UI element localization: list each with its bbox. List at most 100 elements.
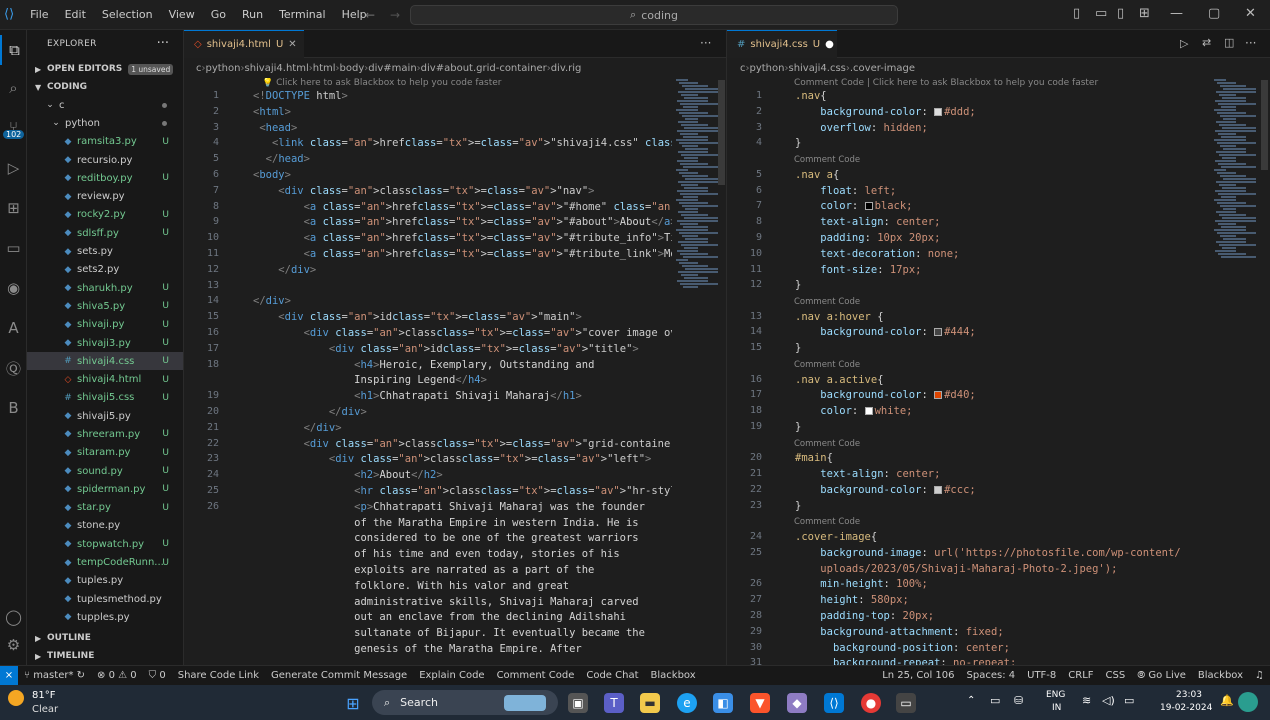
menu-view[interactable]: View [161, 8, 203, 21]
toggle-sidebar-icon[interactable]: ▯ [1073, 6, 1080, 21]
timeline-section[interactable]: ▶ TIMELINE [27, 647, 94, 665]
right-minimap[interactable] [1214, 78, 1258, 288]
breadcrumb-item[interactable]: shivaji4.css [788, 63, 845, 74]
folder-c[interactable]: ⌄ c [27, 96, 183, 114]
color-swatch[interactable] [934, 391, 943, 400]
left-minimap[interactable] [676, 78, 720, 288]
right-scrollbar[interactable] [1261, 80, 1268, 170]
taskbar-search[interactable]: ⌕ Search [372, 690, 558, 715]
split-editor-icon[interactable]: ◫ [1224, 36, 1234, 49]
comment-code-lens[interactable]: Comment Code [794, 297, 860, 307]
clock-time[interactable]: 23:03 [1176, 690, 1202, 700]
file-item[interactable]: ◆ sets2.py [27, 261, 183, 279]
blackbox-item[interactable]: Blackbox [645, 670, 702, 681]
color-swatch[interactable] [864, 202, 873, 211]
close-icon[interactable]: ✕ [1245, 6, 1256, 21]
share-code-link[interactable]: Share Code Link [172, 670, 265, 681]
file-item[interactable]: ◆ spiderman.py U [27, 480, 183, 498]
left-scrollbar[interactable] [718, 80, 725, 185]
indentation[interactable]: Spaces: 4 [961, 670, 1022, 681]
file-item[interactable]: ◆ stopwatch.py U [27, 535, 183, 553]
file-item[interactable]: ◆ stone.py [27, 517, 183, 535]
breadcrumb-item[interactable]: html [313, 63, 336, 74]
file-item[interactable]: ◆ sharukh.py U [27, 279, 183, 297]
code-chat[interactable]: Code Chat [580, 670, 644, 681]
more-actions-icon[interactable]: ··· [1245, 36, 1256, 50]
maximize-icon[interactable]: ▢ [1208, 6, 1220, 21]
file-item[interactable]: ◇ shivaji4.html U [27, 370, 183, 388]
file-item[interactable]: ◆ shreeram.py U [27, 425, 183, 443]
remote-icon[interactable]: ⨯ [0, 665, 18, 686]
volume-icon[interactable]: ◁) [1102, 694, 1115, 707]
file-item[interactable]: ◆ sets.py [27, 242, 183, 260]
menu-terminal[interactable]: Terminal [271, 8, 334, 21]
breadcrumb-item[interactable]: .cover-image [850, 63, 915, 74]
css-editor[interactable]: Comment Code | Click here to ask Blackbo… [727, 78, 1212, 665]
color-swatch[interactable] [864, 407, 873, 416]
explain-code[interactable]: Explain Code [413, 670, 490, 681]
breadcrumb-item[interactable]: div#about.grid-container [421, 63, 547, 74]
file-item[interactable]: ◆ sitaram.py U [27, 444, 183, 462]
coding-root-section[interactable]: ▼ CODING [27, 78, 183, 96]
color-swatch[interactable] [934, 107, 943, 116]
tray-chevron-icon[interactable]: ⌃ [967, 695, 975, 706]
file-item[interactable]: # shivaji4.css U [27, 352, 183, 371]
encoding[interactable]: UTF-8 [1021, 670, 1062, 681]
html-editor[interactable]: 💡 Click here to ask Blackbox to help you… [184, 78, 672, 665]
unsaved-dot-icon[interactable]: ● [825, 39, 834, 50]
menu-file[interactable]: File [22, 8, 56, 21]
store-icon[interactable]: ◧ [713, 693, 733, 713]
blackbox-hint[interactable]: Comment Code | Click here to ask Blackbo… [794, 78, 1098, 88]
weather-icon[interactable] [8, 690, 24, 706]
branch-indicator[interactable]: ⑂ master* ↻ [18, 670, 91, 681]
file-item[interactable]: ◆ tempCodeRunn... U [27, 553, 183, 571]
comment-code[interactable]: Comment Code [491, 670, 581, 681]
customize-layout-icon[interactable]: ⊞ [1139, 6, 1150, 21]
brave-icon[interactable]: ▼ [750, 693, 770, 713]
language-line2[interactable]: IN [1052, 703, 1061, 713]
comment-code-lens[interactable]: Comment Code [794, 517, 860, 527]
breadcrumb-item[interactable]: python [750, 63, 785, 74]
file-explorer-icon[interactable]: ▬ [640, 693, 660, 713]
blackbox-hint[interactable]: 💡 Click here to ask Blackbox to help you… [262, 78, 502, 88]
folder-python[interactable]: ⌄ python [27, 114, 183, 132]
menu-selection[interactable]: Selection [94, 8, 161, 21]
file-item[interactable]: ◆ reditboy.py U [27, 169, 183, 187]
color-swatch[interactable] [934, 485, 943, 494]
breadcrumb-item[interactable]: div.rig [551, 63, 582, 74]
file-item[interactable]: ◆ shiva5.py U [27, 297, 183, 315]
outline-section[interactable]: ▶ OUTLINE [27, 629, 91, 647]
file-item[interactable]: ◆ shivaji.py U [27, 316, 183, 334]
open-changes-icon[interactable]: ⇄ [1202, 36, 1211, 49]
windows-start-icon[interactable]: ⊞ [343, 693, 363, 713]
recorder-icon[interactable]: ● [861, 693, 881, 713]
battery-icon[interactable]: ▭ [1124, 694, 1134, 707]
task-view-icon[interactable]: ▣ [568, 693, 588, 713]
file-item[interactable]: ◆ sdlsff.py U [27, 224, 183, 242]
github-icon[interactable]: ◉ [0, 273, 27, 303]
comment-code-lens[interactable]: Comment Code [794, 439, 860, 449]
file-item[interactable]: ◆ shivaji5.py [27, 407, 183, 425]
menu-go[interactable]: Go [203, 8, 234, 21]
copilot-icon[interactable] [1238, 692, 1258, 712]
generate-commit-message[interactable]: Generate Commit Message [265, 670, 413, 681]
end-of-line[interactable]: CRLF [1062, 670, 1099, 681]
forward-arrow-icon[interactable]: → [390, 8, 400, 22]
tab-shivaji4-css[interactable]: # shivaji4.css U ● [727, 30, 837, 58]
comment-code-lens[interactable]: Comment Code [794, 155, 860, 165]
cursor-position[interactable]: Ln 25, Col 106 [876, 670, 960, 681]
file-item[interactable]: ◆ tuplesmethod.py [27, 590, 183, 608]
problems-indicator[interactable]: ⊗ 0 ⚠ 0 [91, 670, 143, 681]
menu-edit[interactable]: Edit [57, 8, 94, 21]
minimize-icon[interactable]: — [1170, 6, 1183, 21]
language-mode[interactable]: CSS [1100, 670, 1132, 681]
file-item[interactable]: # shivaji5.css U [27, 389, 183, 407]
file-item[interactable]: ◆ recursio.py [27, 151, 183, 169]
toggle-panel-icon[interactable]: ▭ [1095, 6, 1107, 21]
clock-date[interactable]: 19-02-2024 [1160, 703, 1212, 713]
breadcrumb-item[interactable]: body [340, 63, 365, 74]
comment-code-lens[interactable]: Comment Code [794, 360, 860, 370]
file-item[interactable]: ◆ tuples.py [27, 572, 183, 590]
more-actions-icon[interactable]: ··· [157, 36, 169, 51]
explorer-icon[interactable]: ⧉ [0, 35, 27, 65]
